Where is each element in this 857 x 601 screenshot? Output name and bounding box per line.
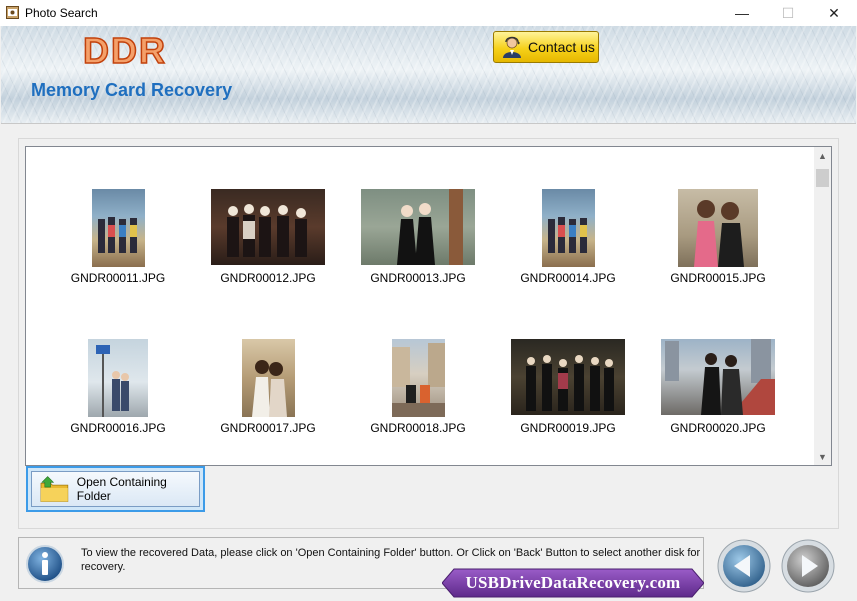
photo-gallery[interactable]: GNDR00011.JPG GNDR00012.JPG GNDR00013.JP… (25, 146, 832, 466)
photo-thumbnail[interactable]: GNDR00012.JPG (193, 189, 343, 285)
next-button[interactable] (780, 538, 836, 594)
maximize-button[interactable]: ☐ (765, 0, 811, 26)
contact-person-icon (503, 36, 521, 58)
header-banner: DDR Memory Card Recovery Contact us (1, 26, 856, 123)
scroll-up-arrow-icon[interactable]: ▲ (814, 147, 831, 164)
photo-filename: GNDR00020.JPG (670, 421, 766, 435)
window-title: Photo Search (25, 6, 98, 20)
photo-thumbnail[interactable]: GNDR00020.JPG (643, 339, 793, 435)
photo-image (541, 189, 595, 267)
photo-image (361, 189, 475, 265)
photo-image (678, 189, 758, 267)
photo-thumbnail[interactable]: GNDR00015.JPG (643, 189, 793, 285)
folder-icon (40, 476, 69, 502)
photo-filename: GNDR00018.JPG (370, 421, 466, 435)
photo-filename: GNDR00019.JPG (520, 421, 616, 435)
info-icon (26, 545, 64, 583)
photo-thumbnail[interactable]: GNDR00013.JPG (343, 189, 493, 285)
photo-image (661, 339, 775, 415)
photo-filename: GNDR00015.JPG (670, 271, 766, 285)
header-divider (1, 123, 856, 124)
open-containing-folder-button[interactable]: Open Containing Folder (26, 466, 205, 512)
photo-thumbnail[interactable]: GNDR00014.JPG (493, 189, 643, 285)
photo-image (91, 189, 145, 267)
photo-filename: GNDR00016.JPG (70, 421, 166, 435)
app-icon (6, 6, 19, 19)
photo-image (391, 339, 445, 417)
photo-thumbnail[interactable]: GNDR00017.JPG (193, 339, 343, 435)
photo-filename: GNDR00017.JPG (220, 421, 316, 435)
close-button[interactable]: ✕ (811, 0, 857, 26)
photo-thumbnail[interactable]: GNDR00018.JPG (343, 339, 493, 435)
photo-thumbnail[interactable]: GNDR00019.JPG (493, 339, 643, 435)
website-url: USBDriveDataRecovery.com (465, 573, 681, 592)
contact-us-button[interactable]: Contact us (493, 31, 599, 63)
gallery-scrollbar[interactable]: ▲ ▼ (814, 147, 831, 465)
minimize-button[interactable]: — (719, 0, 765, 26)
scroll-thumb[interactable] (816, 169, 829, 187)
photo-thumbnail[interactable]: GNDR00016.JPG (43, 339, 193, 435)
photo-filename: GNDR00013.JPG (370, 271, 466, 285)
photo-filename: GNDR00012.JPG (220, 271, 316, 285)
back-button[interactable] (716, 538, 772, 594)
open-containing-folder-label: Open Containing Folder (76, 475, 167, 503)
photo-filename: GNDR00014.JPG (520, 271, 616, 285)
photo-image (511, 339, 625, 415)
ddr-logo: DDR (82, 29, 167, 72)
photo-image (241, 339, 295, 417)
photo-thumbnail[interactable]: GNDR00011.JPG (43, 189, 193, 285)
contact-us-label: Contact us (528, 39, 595, 55)
title-bar: Photo Search — ☐ ✕ (0, 0, 857, 26)
photo-filename: GNDR00011.JPG (70, 271, 166, 285)
product-title: Memory Card Recovery (31, 80, 233, 100)
website-banner: USBDriveDataRecovery.com (442, 568, 704, 598)
photo-image (88, 339, 148, 417)
scroll-down-arrow-icon[interactable]: ▼ (814, 448, 831, 465)
photo-image (211, 189, 325, 265)
